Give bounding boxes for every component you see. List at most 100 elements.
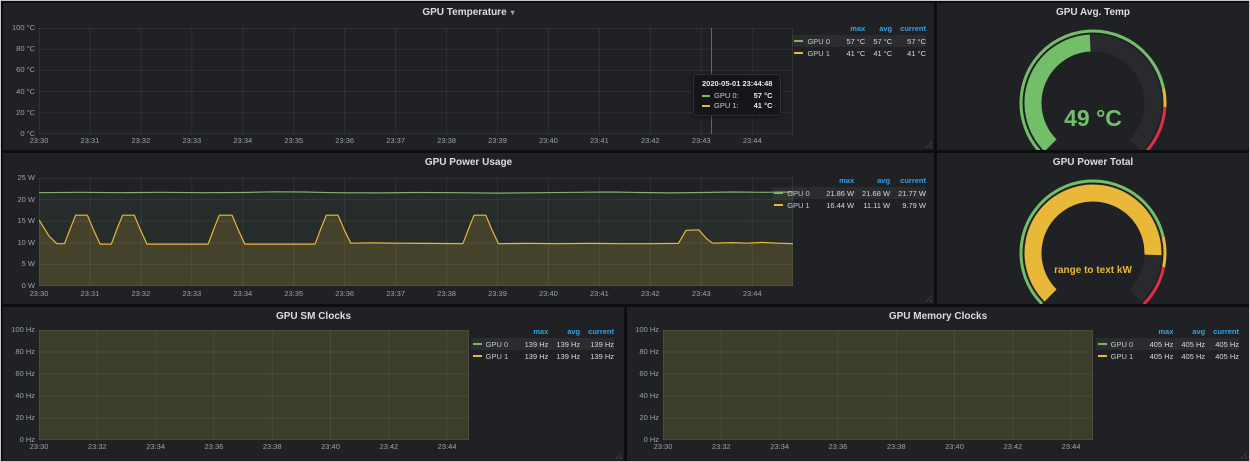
legend-header-max[interactable]: max xyxy=(517,327,549,338)
y-axis-tick: 80 Hz xyxy=(629,348,659,356)
legend-value-max: 21.86 W xyxy=(818,187,854,199)
x-axis-tick: 23:43 xyxy=(684,290,718,298)
x-axis-tick: 23:33 xyxy=(175,290,209,298)
legend-value-avg: 21.68 W xyxy=(854,187,890,199)
panel-gpu-temperature: GPU Temperature▾ 2020-05-01 23:44:48 GPU… xyxy=(3,3,934,150)
series-swatch-icon xyxy=(794,52,803,54)
legend-header-current[interactable]: current xyxy=(890,176,926,187)
legend-series-name[interactable]: GPU 0 xyxy=(471,338,517,350)
legend-header-avg[interactable]: avg xyxy=(865,24,892,35)
legend-header-blank xyxy=(792,24,838,35)
series-area-fill xyxy=(39,330,469,440)
legend-header-blank xyxy=(772,176,818,187)
legend-header-avg[interactable]: avg xyxy=(1173,327,1205,338)
series-line xyxy=(39,192,793,193)
x-axis-tick: 23:35 xyxy=(277,290,311,298)
legend-series-name[interactable]: GPU 0 xyxy=(772,187,818,199)
legend-series-name[interactable]: GPU 1 xyxy=(772,199,818,211)
x-axis-tick: 23:32 xyxy=(124,290,158,298)
legend-value-avg: 57 °C xyxy=(865,35,892,47)
legend-value-avg: 405 Hz xyxy=(1173,338,1205,350)
legend-header-current[interactable]: current xyxy=(1205,327,1239,338)
y-axis-tick: 20 W xyxy=(5,196,35,204)
panel-title-text: GPU Memory Clocks xyxy=(889,311,987,322)
legend-series-name[interactable]: GPU 1 xyxy=(792,47,838,59)
grafana-dashboard: GPU Temperature▾ 2020-05-01 23:44:48 GPU… xyxy=(0,0,1250,462)
tooltip-row: GPU 1: 41 °C xyxy=(702,101,772,110)
y-axis-tick: 60 Hz xyxy=(629,370,659,378)
legend-series-name[interactable]: GPU 0 xyxy=(792,35,838,47)
chart-plot[interactable] xyxy=(39,330,469,445)
legend-series-name[interactable]: GPU 0 xyxy=(1096,338,1142,350)
y-axis-tick: 20 Hz xyxy=(5,414,35,422)
gauge-value: 49 °C xyxy=(937,105,1249,132)
legend-header-blank xyxy=(471,327,517,338)
panel-title-gpu-temperature[interactable]: GPU Temperature▾ xyxy=(3,7,934,18)
chart-plot[interactable] xyxy=(39,178,793,291)
legend-header-max[interactable]: max xyxy=(1142,327,1174,338)
panel-title-gpu-power-usage[interactable]: GPU Power Usage xyxy=(3,157,934,168)
panel-title-gpu-sm-clocks[interactable]: GPU SM Clocks xyxy=(3,311,624,322)
legend-row: GPU 021.86 W21.68 W21.77 W xyxy=(772,187,926,199)
legend-header-avg[interactable]: avg xyxy=(854,176,890,187)
series-area-fill xyxy=(663,330,1093,440)
panel-title-text: GPU Temperature xyxy=(422,7,506,18)
legend: maxavgcurrentGPU 057 °C57 °C57 °CGPU 141… xyxy=(792,24,926,59)
legend-value-max: 41 °C xyxy=(838,47,865,59)
panel-title-text: GPU Avg. Temp xyxy=(1056,7,1130,18)
legend-value-avg: 139 Hz xyxy=(548,338,580,350)
legend-row: GPU 057 °C57 °C57 °C xyxy=(792,35,926,47)
x-axis-tick: 23:42 xyxy=(633,290,667,298)
panel-title-gpu-power-total[interactable]: GPU Power Total xyxy=(937,157,1249,168)
chart-plot[interactable] xyxy=(663,330,1093,445)
legend-header-max[interactable]: max xyxy=(818,176,854,187)
chart-tooltip: 2020-05-01 23:44:48 GPU 0: 57 °C GPU 1: … xyxy=(693,74,781,116)
legend-series-name[interactable]: GPU 1 xyxy=(1096,350,1142,362)
y-axis-tick: 20 °C xyxy=(5,109,35,117)
legend-row: GPU 1405 Hz405 Hz405 Hz xyxy=(1096,350,1239,362)
y-axis-tick: 40 Hz xyxy=(5,392,35,400)
y-axis-tick: 60 Hz xyxy=(5,370,35,378)
legend-header-current[interactable]: current xyxy=(892,24,926,35)
panel-title-gpu-avg-temp[interactable]: GPU Avg. Temp xyxy=(937,7,1249,18)
legend-header-avg[interactable]: avg xyxy=(548,327,580,338)
panel-title-text: GPU SM Clocks xyxy=(276,311,351,322)
tooltip-series-value: 57 °C xyxy=(754,91,773,100)
panel-gpu-power-usage: GPU Power Usage 25 W20 W15 W10 W5 W0 W23… xyxy=(3,153,934,304)
panel-gpu-power-total: GPU Power Total range to text kW xyxy=(937,153,1249,304)
legend-value-avg: 405 Hz xyxy=(1173,350,1205,362)
y-axis-tick: 80 °C xyxy=(5,45,35,53)
x-axis-tick: 23:41 xyxy=(582,290,616,298)
panel-resize-handle[interactable] xyxy=(1240,452,1247,459)
y-axis-tick: 100 Hz xyxy=(629,326,659,334)
x-axis-tick: 23:40 xyxy=(531,290,565,298)
gauge-value: range to text kW xyxy=(937,265,1249,276)
y-axis-tick: 100 Hz xyxy=(5,326,35,334)
panel-resize-handle[interactable] xyxy=(925,295,932,302)
gauge-threshold-ring xyxy=(1163,237,1165,267)
legend-header-max[interactable]: max xyxy=(838,24,865,35)
legend-value-max: 57 °C xyxy=(838,35,865,47)
chart-plot[interactable] xyxy=(39,28,793,139)
legend-series-name[interactable]: GPU 1 xyxy=(471,350,517,362)
legend-value-avg: 139 Hz xyxy=(548,350,580,362)
panel-title-gpu-memory-clocks[interactable]: GPU Memory Clocks xyxy=(627,311,1249,322)
x-axis-tick: 23:31 xyxy=(73,290,107,298)
legend-value-avg: 11.11 W xyxy=(854,199,890,211)
legend-row: GPU 0139 Hz139 Hz139 Hz xyxy=(471,338,614,350)
panel-resize-handle[interactable] xyxy=(925,141,932,148)
y-axis-tick: 10 W xyxy=(5,239,35,247)
legend-header-current[interactable]: current xyxy=(580,327,614,338)
series-swatch-icon xyxy=(473,343,482,345)
y-axis-tick: 60 °C xyxy=(5,66,35,74)
panel-resize-handle[interactable] xyxy=(615,452,622,459)
legend-value-max: 139 Hz xyxy=(517,338,549,350)
series-swatch-icon xyxy=(702,95,710,97)
legend-row: GPU 1139 Hz139 Hz139 Hz xyxy=(471,350,614,362)
legend-row: GPU 0405 Hz405 Hz405 Hz xyxy=(1096,338,1239,350)
tooltip-row: GPU 0: 57 °C xyxy=(702,91,772,100)
legend-value-current: 21.77 W xyxy=(890,187,926,199)
panel-title-text: GPU Power Usage xyxy=(425,157,512,168)
legend-value-current: 57 °C xyxy=(892,35,926,47)
legend: maxavgcurrentGPU 0139 Hz139 Hz139 HzGPU … xyxy=(471,327,614,362)
